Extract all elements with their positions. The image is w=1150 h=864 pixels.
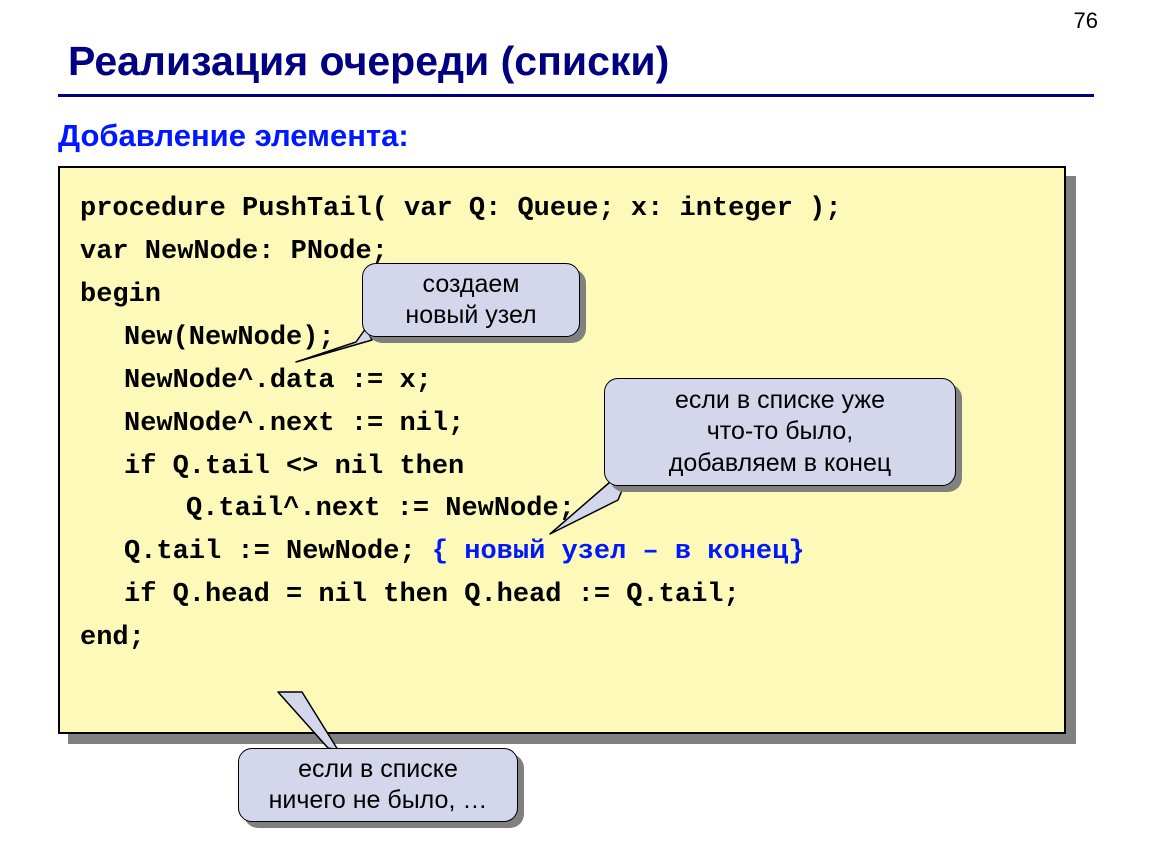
slide-title: Реализация очереди (списки) (68, 38, 669, 85)
code-line: end; (80, 617, 1044, 660)
code-line: if Q.head = nil then Q.head := Q.tail; (80, 574, 1044, 617)
callout-create-node: создаем новый узел (362, 263, 580, 337)
page-number: 76 (1074, 8, 1098, 34)
callout-pointer (296, 328, 376, 364)
callout-pointer (278, 692, 350, 754)
code-line: procedure PushTail( var Q: Queue; x: int… (80, 188, 1044, 231)
code-comment: { новый узел – в конец} (432, 537, 805, 567)
callout-text: создаем новый узел (405, 269, 536, 332)
callout-append-tail: если в списке уже что-то было, добавляем… (604, 378, 956, 486)
callout-empty-list: если в списке ничего не было, … (238, 748, 518, 822)
title-divider (58, 94, 1094, 97)
code-text: Q.tail := NewNode; (124, 537, 432, 567)
callout-text: если в списке ничего не было, … (269, 754, 488, 817)
section-subtitle: Добавление элемента: (58, 118, 409, 154)
callout-text: если в списке уже что-то было, добавляем… (669, 385, 891, 479)
